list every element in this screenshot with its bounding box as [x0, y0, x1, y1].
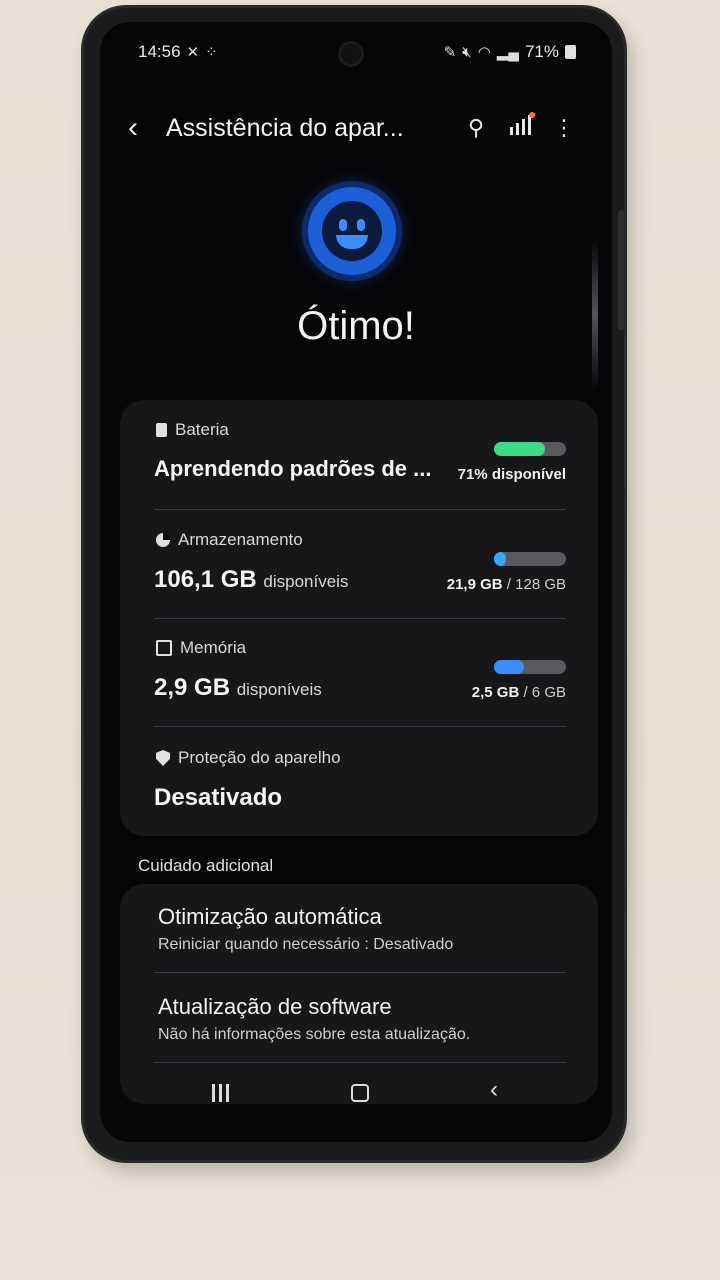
- memory-bar: [494, 660, 566, 674]
- overall-status: Ótimo!: [297, 304, 415, 348]
- app-bar: ‹ Assistência do apar... ⚲ ⋮: [128, 108, 586, 148]
- side-button: [618, 210, 624, 330]
- back-button[interactable]: ‹: [490, 1076, 498, 1104]
- back-arrow-icon[interactable]: ‹: [128, 111, 166, 145]
- mute-icon: 🔇︎: [462, 43, 472, 61]
- edge-reflection: [592, 240, 598, 390]
- auto-optimization-item[interactable]: Otimização automática Reiniciar quando n…: [120, 884, 598, 972]
- memory-chip-icon: [156, 640, 172, 656]
- software-update-subtitle: Não há informações sobre esta atualizaçã…: [158, 1026, 471, 1043]
- storage-pie-icon: [156, 533, 170, 547]
- no-sync-icon: ✕: [186, 44, 200, 61]
- clock: 14:56: [138, 42, 181, 61]
- battery-available: 71% disponível: [457, 466, 566, 483]
- section-title: Cuidado adicional: [138, 856, 274, 875]
- memory-row[interactable]: Memória 2,9 GB disponíveis 2,5 GB / 6 GB: [120, 618, 598, 726]
- battery-label: Bateria: [175, 420, 229, 439]
- auto-optimization-title: Otimização automática: [158, 904, 382, 929]
- signal-bars-icon[interactable]: [498, 112, 542, 141]
- protection-label: Proteção do aparelho: [178, 748, 341, 767]
- storage-usage: 21,9 GB / 128 GB: [446, 576, 566, 593]
- smiley-face-icon: [308, 187, 396, 275]
- battery-bar: [494, 442, 566, 456]
- battery-percent: 71%: [524, 42, 559, 61]
- pen-icon: ✎: [443, 44, 457, 61]
- divider: [154, 1062, 566, 1063]
- auto-optimization-subtitle: Reiniciar quando necessário : Desativado: [158, 936, 454, 953]
- protection-value: Desativado: [154, 784, 283, 811]
- software-update-title: Atualização de software: [158, 994, 392, 1019]
- battery-row[interactable]: Bateria Aprendendo padrões de ... 71% di…: [120, 400, 598, 508]
- apps-icon: ⁘: [205, 44, 218, 61]
- battery-value: Aprendendo padrões de ...: [154, 456, 432, 481]
- status-bar: 14:56 ✕ ⁘ ✎ 🔇︎ ◠ ▂▄ 71%: [138, 42, 576, 68]
- device-care-card: Bateria Aprendendo padrões de ... 71% di…: [120, 400, 598, 836]
- shield-icon: [156, 750, 170, 766]
- storage-value: 106,1 GB disponíveis: [154, 566, 349, 593]
- software-update-item[interactable]: Atualização de software Não há informaçõ…: [120, 974, 598, 1062]
- cell-signal-icon: ▂▄: [496, 44, 519, 61]
- memory-usage: 2,5 GB / 6 GB: [471, 684, 566, 701]
- storage-row[interactable]: Armazenamento 106,1 GB disponíveis 21,9 …: [120, 510, 598, 618]
- search-icon[interactable]: ⚲: [454, 115, 498, 141]
- protection-row[interactable]: Proteção do aparelho Desativado: [120, 728, 598, 836]
- additional-care-card: Otimização automática Reiniciar quando n…: [120, 884, 598, 1104]
- storage-bar: [494, 552, 566, 566]
- memory-label: Memória: [180, 638, 247, 657]
- screen: 14:56 ✕ ⁘ ✎ 🔇︎ ◠ ▂▄ 71% ‹ Assistência do…: [100, 22, 612, 1142]
- divider: [154, 726, 566, 727]
- wifi-icon: ◠: [477, 44, 491, 61]
- memory-value: 2,9 GB disponíveis: [154, 674, 322, 701]
- navigation-bar: ‹: [100, 1076, 612, 1116]
- page-title: Assistência do apar...: [166, 113, 404, 142]
- more-vertical-icon[interactable]: ⋮: [542, 115, 586, 141]
- battery-icon: [156, 423, 167, 437]
- storage-label: Armazenamento: [178, 530, 303, 549]
- battery-icon: [565, 45, 576, 59]
- divider: [154, 972, 566, 973]
